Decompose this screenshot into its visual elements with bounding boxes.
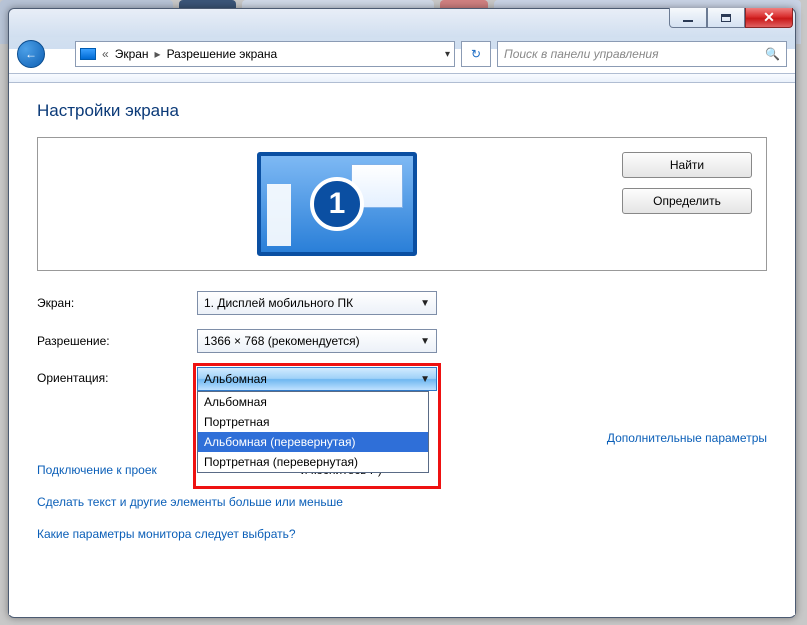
close-icon: ✕: [763, 9, 775, 26]
navbar: ← → « Экран ▸ Разрешение экрана ▾ ↻ Поис…: [17, 37, 787, 71]
monitor-preview[interactable]: 1: [52, 152, 622, 256]
display-icon: [80, 48, 96, 60]
orientation-label: Ориентация:: [37, 367, 197, 385]
text-size-link[interactable]: Сделать текст и другие элементы больше и…: [37, 495, 767, 509]
orientation-option-landscape-flipped[interactable]: Альбомная (перевернутая): [198, 432, 428, 452]
breadcrumb-address[interactable]: « Экран ▸ Разрешение экрана ▾: [75, 41, 455, 67]
resolution-label: Разрешение:: [37, 334, 197, 348]
chevron-down-icon: ▼: [420, 374, 430, 385]
nav-forward-button: →: [41, 40, 69, 68]
find-button[interactable]: Найти: [622, 152, 752, 178]
resolution-combo[interactable]: 1366 × 768 (рекомендуется) ▼: [197, 329, 437, 353]
maximize-icon: [721, 14, 731, 22]
monitor-panel: 1 Найти Определить: [37, 137, 767, 271]
titlebar[interactable]: ✕: [9, 9, 795, 37]
orientation-combo-value: Альбомная: [204, 372, 267, 386]
orientation-dropdown: Альбомная Портретная Альбомная (переверн…: [197, 391, 429, 473]
arrow-left-icon: ←: [25, 47, 37, 61]
arrow-right-icon: →: [49, 47, 61, 61]
chevron-down-icon: ▼: [420, 336, 430, 347]
minimize-button[interactable]: [669, 8, 707, 28]
orientation-option-landscape[interactable]: Альбомная: [198, 392, 428, 412]
search-input[interactable]: Поиск в панели управления 🔍: [497, 41, 787, 67]
advanced-settings-link[interactable]: Дополнительные параметры: [607, 431, 767, 445]
minimize-icon: [683, 20, 693, 22]
chevron-right-icon: ▸: [155, 47, 161, 61]
orientation-option-portrait-flipped[interactable]: Портретная (перевернутая): [198, 452, 428, 472]
orientation-option-portrait[interactable]: Портретная: [198, 412, 428, 432]
breadcrumb-current[interactable]: Разрешение экрана: [167, 47, 278, 61]
search-placeholder: Поиск в панели управления: [504, 47, 659, 61]
control-panel-window: ✕ ← → « Экран ▸ Разрешение экрана ▾ ↻ По…: [8, 8, 796, 618]
resolution-combo-value: 1366 × 768 (рекомендуется): [204, 334, 360, 348]
monitor-thumbnail[interactable]: 1: [257, 152, 417, 256]
monitor-number-badge: 1: [310, 177, 364, 231]
maximize-button[interactable]: [707, 8, 745, 28]
chevron-down-icon: ▼: [420, 298, 430, 309]
address-dropdown-icon[interactable]: ▾: [445, 49, 450, 60]
content-area: Настройки экрана 1 Найти Определить Экра…: [9, 83, 795, 615]
breadcrumb-prefix-chevrons: «: [102, 47, 109, 61]
search-icon: 🔍: [765, 47, 780, 61]
identify-button[interactable]: Определить: [622, 188, 752, 214]
page-title: Настройки экрана: [37, 101, 767, 121]
refresh-button[interactable]: ↻: [461, 41, 491, 67]
toolbar: [9, 73, 795, 83]
which-monitor-link[interactable]: Какие параметры монитора следует выбрать…: [37, 527, 767, 541]
nav-back-button[interactable]: ←: [17, 40, 45, 68]
breadcrumb-root[interactable]: Экран: [115, 47, 149, 61]
display-label: Экран:: [37, 296, 197, 310]
display-combo[interactable]: 1. Дисплей мобильного ПК ▼: [197, 291, 437, 315]
display-combo-value: 1. Дисплей мобильного ПК: [204, 296, 353, 310]
orientation-combo[interactable]: Альбомная ▼: [197, 367, 437, 391]
close-button[interactable]: ✕: [745, 8, 793, 28]
refresh-icon: ↻: [471, 47, 481, 61]
